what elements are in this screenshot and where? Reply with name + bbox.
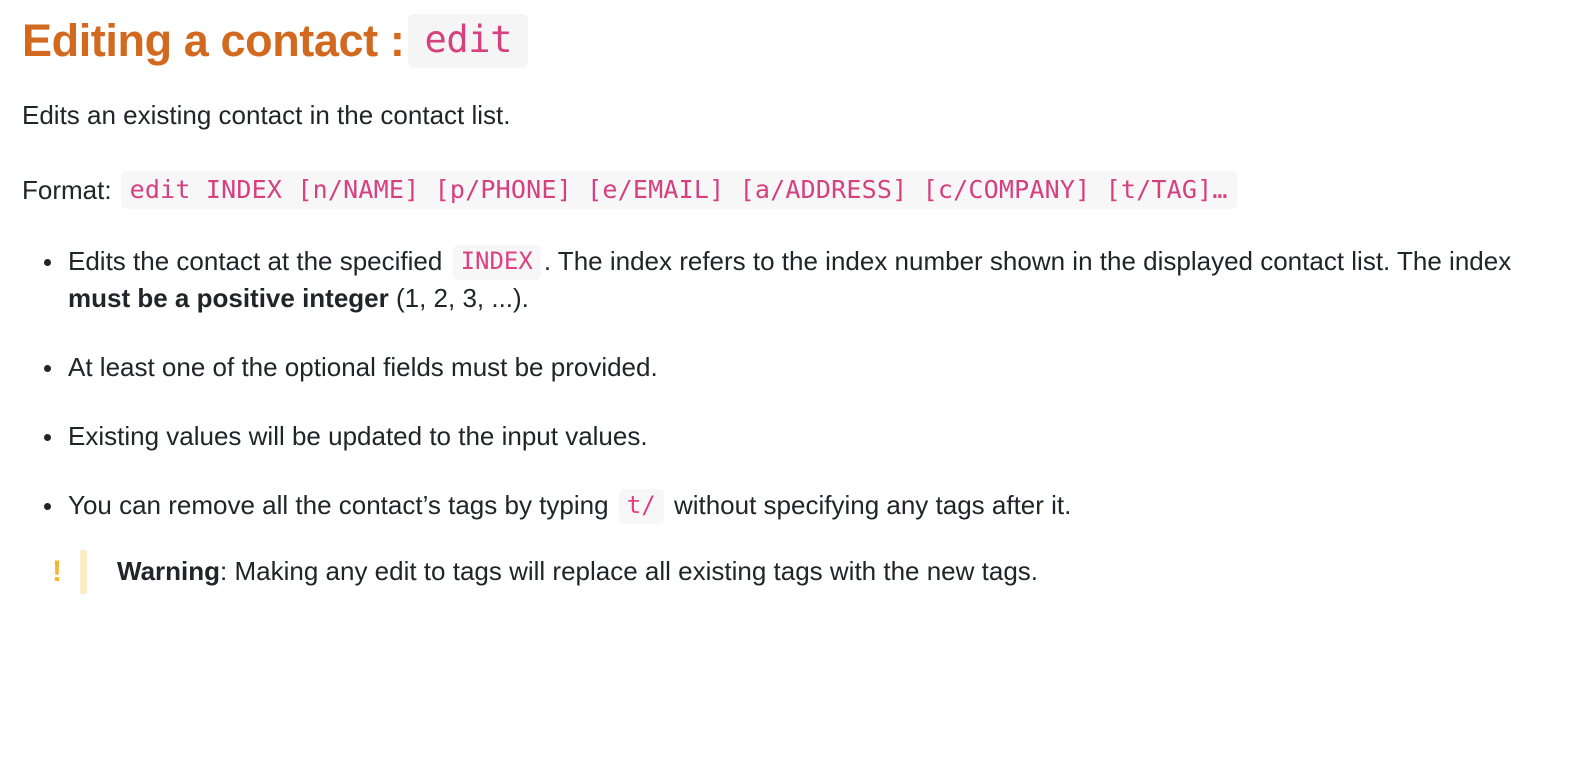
documentation-page: Editing a contact : edit Edits an existi…	[0, 0, 1584, 594]
tag-prefix-code-chip: t/	[618, 488, 664, 524]
bullet-text-part2: . The index refers to the index number s…	[543, 246, 1512, 277]
format-line: Format: edit INDEX [n/NAME] [p/PHONE] [e…	[22, 170, 1564, 210]
bullet-text-bold: must be a positive integer	[68, 283, 389, 314]
page-title-text: Editing a contact	[22, 15, 378, 67]
intro-paragraph: Edits an existing contact in the contact…	[22, 99, 511, 130]
bullet-text-part1: Edits the contact at the specified	[68, 246, 443, 277]
page-title-separator: :	[377, 15, 405, 67]
list-item: You can remove all the contact’s tags by…	[22, 487, 1564, 524]
warning-icon: !	[52, 554, 62, 588]
page-title: Editing a contact : edit	[22, 14, 1564, 68]
bullet-text-part3: (1, 2, 3, ...).	[388, 283, 529, 314]
list-item: Edits the contact at the specified INDEX…	[22, 243, 1564, 317]
warning-text: Warning: Making any edit to tags will re…	[117, 554, 1038, 589]
notes-list: Edits the contact at the specified INDEX…	[22, 243, 1564, 524]
callout-accent-bar	[80, 549, 87, 594]
bullet-text-part1: Existing values will be updated to the i…	[68, 421, 648, 452]
warning-callout: ! Warning: Making any edit to tags will …	[22, 549, 1564, 594]
bullet-text-part2: without specifying any tags after it.	[673, 489, 1072, 520]
list-item: Existing values will be updated to the i…	[22, 418, 1564, 455]
warning-label: Warning	[117, 556, 221, 587]
warning-separator: :	[220, 556, 235, 587]
index-code-chip: INDEX	[452, 245, 541, 280]
list-item: At least one of the optional fields must…	[22, 349, 1564, 386]
command-code-chip: edit	[408, 14, 528, 68]
bullet-text-part1: At least one of the optional fields must…	[68, 352, 658, 383]
format-label: Format:	[22, 174, 112, 205]
bullet-text-part1: You can remove all the contact’s tags by…	[68, 489, 609, 520]
warning-body: Making any edit to tags will replace all…	[234, 556, 1039, 587]
format-code-chip: edit INDEX [n/NAME] [p/PHONE] [e/EMAIL] …	[120, 170, 1237, 210]
